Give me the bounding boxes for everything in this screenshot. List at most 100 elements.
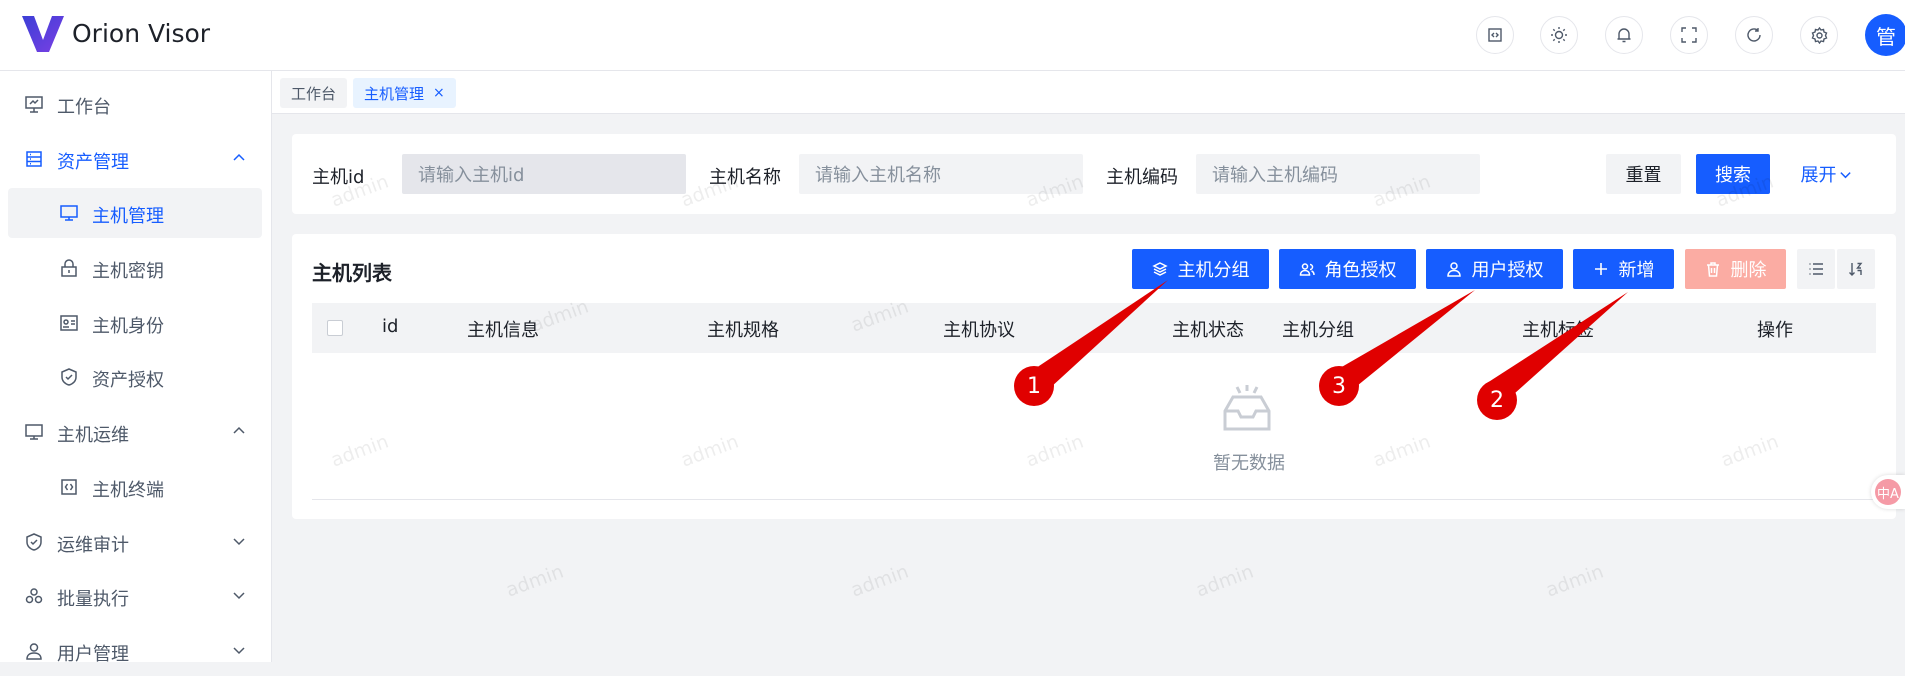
column-settings-button[interactable] bbox=[1797, 249, 1835, 289]
refresh-button[interactable] bbox=[1735, 16, 1773, 54]
watermark: admin bbox=[1543, 560, 1607, 602]
column-header: 主机状态 bbox=[1172, 320, 1244, 341]
empty-state-text: 暂无数据 bbox=[1213, 453, 1285, 474]
delete-button[interactable]: 删除 bbox=[1685, 249, 1786, 289]
list-icon bbox=[1809, 263, 1823, 275]
host-id-label: 主机id bbox=[312, 167, 365, 188]
sidebar-item-ops-audit[interactable]: 运维审计 bbox=[8, 517, 262, 567]
select-all-checkbox[interactable] bbox=[327, 320, 343, 336]
tab-label: 主机管理 bbox=[364, 84, 425, 103]
gear-icon bbox=[1811, 26, 1827, 44]
translate-button[interactable]: 中A bbox=[1871, 475, 1905, 509]
reset-button[interactable]: 重置 bbox=[1606, 154, 1681, 194]
chevron-up-icon bbox=[233, 153, 245, 161]
column-header: id bbox=[382, 316, 399, 337]
sort-button[interactable] bbox=[1837, 249, 1875, 289]
user-icon bbox=[1446, 262, 1461, 277]
asset-icon bbox=[26, 151, 42, 167]
sidebar-item-label: 运维审计 bbox=[57, 535, 129, 556]
role-auth-button[interactable]: 角色授权 bbox=[1279, 249, 1416, 289]
sidebar-item-label: 资产授权 bbox=[92, 370, 164, 391]
dashboard-icon bbox=[25, 96, 43, 113]
tab-host-management[interactable]: 主机管理 × bbox=[353, 78, 456, 108]
host-group-button[interactable]: 主机分组 bbox=[1132, 249, 1269, 289]
sidebar-item-label: 主机密钥 bbox=[92, 261, 164, 282]
column-header: 主机信息 bbox=[467, 320, 539, 341]
desktop-icon bbox=[25, 424, 43, 440]
sidebar-item-user-management[interactable]: 用户管理 bbox=[8, 626, 262, 676]
host-name-input[interactable]: 请输入主机名称 bbox=[799, 154, 1083, 194]
sidebar-item-host-identity[interactable]: 主机身份 bbox=[8, 298, 262, 348]
sun-icon bbox=[1551, 27, 1567, 43]
theme-toggle-button[interactable] bbox=[1540, 16, 1578, 54]
user-avatar[interactable]: 管 bbox=[1865, 14, 1905, 56]
tab-workbench[interactable]: 工作台 bbox=[280, 78, 348, 108]
sidebar-item-label: 主机身份 bbox=[92, 316, 164, 337]
sidebar-item-asset-management[interactable]: 资产管理 bbox=[8, 134, 262, 184]
annotation-badge: 1 bbox=[1014, 366, 1054, 406]
chevron-down-icon bbox=[233, 592, 245, 600]
table-header: id 主机信息 主机规格 主机协议 主机状态 主机分组 主机标签 操作 bbox=[312, 303, 1876, 353]
search-button[interactable]: 搜索 bbox=[1696, 154, 1770, 194]
host-code-input[interactable]: 请输入主机编码 bbox=[1196, 154, 1480, 194]
column-header: 操作 bbox=[1757, 320, 1793, 341]
watermark: admin bbox=[503, 560, 567, 602]
annotation-badge: 3 bbox=[1319, 366, 1359, 406]
sidebar-item-label: 主机终端 bbox=[92, 480, 164, 501]
sidebar-item-asset-authorization[interactable]: 资产授权 bbox=[8, 352, 262, 402]
settings-button[interactable] bbox=[1800, 16, 1838, 54]
sidebar-item-host-ops[interactable]: 主机运维 bbox=[8, 407, 262, 457]
code-icon bbox=[61, 479, 77, 495]
translate-icon: 中A bbox=[1875, 479, 1901, 505]
sidebar-item-workbench[interactable]: 工作台 bbox=[8, 79, 262, 129]
watermark: admin bbox=[848, 560, 912, 602]
column-header: 主机标签 bbox=[1522, 320, 1594, 341]
chevron-down-icon bbox=[233, 647, 245, 655]
column-header: 主机规格 bbox=[707, 320, 779, 341]
tab-label: 工作台 bbox=[291, 84, 337, 103]
sidebar-item-batch-exec[interactable]: 批量执行 bbox=[8, 571, 262, 621]
sort-icon bbox=[1849, 262, 1863, 276]
code-icon bbox=[1488, 28, 1502, 42]
empty-inbox-icon bbox=[1223, 385, 1271, 431]
button-label: 新增 bbox=[1618, 260, 1655, 281]
sidebar-item-host-key[interactable]: 主机密钥 bbox=[8, 243, 262, 293]
expand-button[interactable]: 展开 bbox=[1796, 154, 1856, 194]
button-label: 删除 bbox=[1730, 260, 1767, 281]
batch-icon bbox=[25, 588, 43, 604]
close-icon[interactable]: × bbox=[433, 85, 445, 101]
trash-icon bbox=[1706, 262, 1719, 277]
host-id-input[interactable]: 请输入主机id bbox=[402, 154, 686, 194]
refresh-icon bbox=[1747, 28, 1761, 42]
table-divider bbox=[312, 499, 1876, 500]
button-label: 用户授权 bbox=[1471, 260, 1544, 281]
orion-logo bbox=[22, 16, 64, 52]
host-name-label: 主机名称 bbox=[709, 167, 781, 188]
notification-button[interactable] bbox=[1605, 16, 1643, 54]
user-auth-button[interactable]: 用户授权 bbox=[1426, 249, 1563, 289]
sidebar-item-label: 主机管理 bbox=[92, 206, 164, 227]
sidebar-item-label: 资产管理 bbox=[57, 152, 129, 173]
list-title: 主机列表 bbox=[312, 261, 392, 285]
button-label: 主机分组 bbox=[1177, 260, 1250, 281]
code-view-button[interactable] bbox=[1476, 16, 1514, 54]
sidebar-item-host-terminal[interactable]: 主机终端 bbox=[8, 462, 262, 512]
sidebar-item-host-management[interactable]: 主机管理 bbox=[8, 188, 262, 238]
plus-icon bbox=[1594, 263, 1607, 275]
app-title: Orion Visor bbox=[72, 19, 211, 48]
top-header: Orion Visor 管 bbox=[0, 0, 1905, 71]
tab-bar: 工作台 主机管理 × bbox=[272, 71, 1905, 114]
chevron-down-icon bbox=[233, 538, 245, 546]
column-header: 主机分组 bbox=[1282, 320, 1354, 341]
sidebar-item-label: 批量执行 bbox=[57, 589, 129, 610]
sidebar-item-label: 主机运维 bbox=[57, 425, 129, 446]
fullscreen-button[interactable] bbox=[1670, 16, 1708, 54]
shield-icon bbox=[61, 368, 77, 386]
sidebar-item-label: 工作台 bbox=[57, 97, 111, 118]
audit-shield-icon bbox=[26, 533, 42, 551]
sidebar: 工作台 资产管理 主机管理 主机密钥 主机身份 资产授权 主机运维 主机终端 运… bbox=[0, 71, 272, 665]
layers-icon bbox=[1151, 262, 1168, 276]
annotation-badge: 2 bbox=[1477, 380, 1517, 420]
users-icon bbox=[1299, 263, 1315, 276]
add-button[interactable]: 新增 bbox=[1573, 249, 1674, 289]
